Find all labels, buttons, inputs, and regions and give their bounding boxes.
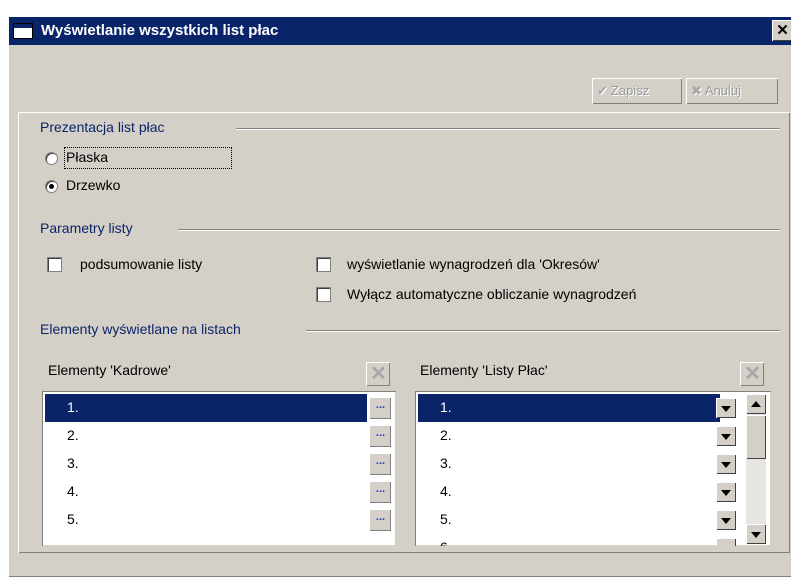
section-title-presentation: Prezentacja list płac xyxy=(40,119,165,135)
window-title: Wyświetlanie wszystkich list płac xyxy=(41,22,279,39)
radio-tree-label[interactable]: Drzewko xyxy=(66,177,120,193)
title-bar[interactable]: Wyświetlanie wszystkich list płac ✕ xyxy=(9,17,791,45)
auto-calc-checkbox[interactable] xyxy=(316,287,331,302)
delete-kadrowe-icon[interactable]: ✕ xyxy=(366,362,390,386)
section-divider xyxy=(306,330,780,332)
scroll-up-button[interactable] xyxy=(746,394,766,414)
kadrowe-list-title: Elementy 'Kadrowe' xyxy=(48,362,171,378)
dropdown-button[interactable] xyxy=(716,538,736,546)
radio-flat[interactable] xyxy=(45,152,58,165)
dropdown-button[interactable] xyxy=(716,454,736,474)
kadrowe-list[interactable]: 1. 2. 3. 4. 5. ... ... ... ... ... xyxy=(42,391,396,546)
dropdown-button[interactable] xyxy=(716,398,736,418)
periods-checkbox-label[interactable]: wyświetlanie wynagrodzeń dla 'Okresów' xyxy=(347,256,600,272)
dropdown-button[interactable] xyxy=(716,426,736,446)
section-title-elements: Elementy wyświetlane na listach xyxy=(40,321,241,337)
vertical-scrollbar[interactable] xyxy=(746,394,766,544)
close-button[interactable]: ✕ xyxy=(772,20,791,41)
listy-list[interactable]: 1. 2. 3. 4. 5. 6. xyxy=(415,391,771,546)
listy-list-title: Elementy 'Listy Płac' xyxy=(420,362,548,378)
ellipsis-button[interactable]: ... xyxy=(369,481,391,503)
summary-checkbox-label[interactable]: podsumowanie listy xyxy=(80,256,202,272)
list-item[interactable]: 3. xyxy=(418,450,720,478)
list-item[interactable]: 4. xyxy=(45,478,367,506)
cross-icon: ✖ xyxy=(691,83,702,98)
scroll-thumb[interactable] xyxy=(746,415,766,459)
cancel-button-label: Anuluj xyxy=(704,83,742,98)
summary-checkbox[interactable] xyxy=(47,257,62,272)
radio-tree[interactable] xyxy=(45,180,58,193)
section-divider xyxy=(178,229,780,231)
periods-checkbox[interactable] xyxy=(316,257,331,272)
list-item[interactable]: 1. xyxy=(418,394,720,422)
cancel-button[interactable]: ✖ Anuluj xyxy=(686,78,778,104)
radio-flat-label[interactable]: Płaska xyxy=(64,147,232,169)
list-item[interactable]: 6. xyxy=(418,534,720,546)
list-item[interactable]: 2. xyxy=(418,422,720,450)
list-item[interactable]: 2. xyxy=(45,422,367,450)
list-item[interactable]: 5. xyxy=(418,506,720,534)
list-item[interactable]: 3. xyxy=(45,450,367,478)
save-button-label: Zapisz xyxy=(610,83,650,98)
list-item[interactable]: 1. xyxy=(45,394,367,422)
ellipsis-button[interactable]: ... xyxy=(369,425,391,447)
list-item[interactable]: 5. xyxy=(45,506,367,534)
ellipsis-button[interactable]: ... xyxy=(369,509,391,531)
dropdown-button[interactable] xyxy=(716,482,736,502)
section-divider xyxy=(236,128,780,130)
delete-listy-icon[interactable]: ✕ xyxy=(740,362,764,386)
window-icon xyxy=(13,23,33,39)
ellipsis-button[interactable]: ... xyxy=(369,397,391,419)
scroll-down-button[interactable] xyxy=(746,524,766,544)
auto-calc-checkbox-label[interactable]: Wyłącz automatyczne obliczanie wynagrodz… xyxy=(347,286,636,302)
list-item[interactable]: 4. xyxy=(418,478,720,506)
checkmark-icon: ✔ xyxy=(597,83,608,98)
ellipsis-button[interactable]: ... xyxy=(369,453,391,475)
dropdown-button[interactable] xyxy=(716,510,736,530)
save-button[interactable]: ✔ Zapisz xyxy=(592,78,682,104)
section-title-params: Parametry listy xyxy=(40,220,133,236)
